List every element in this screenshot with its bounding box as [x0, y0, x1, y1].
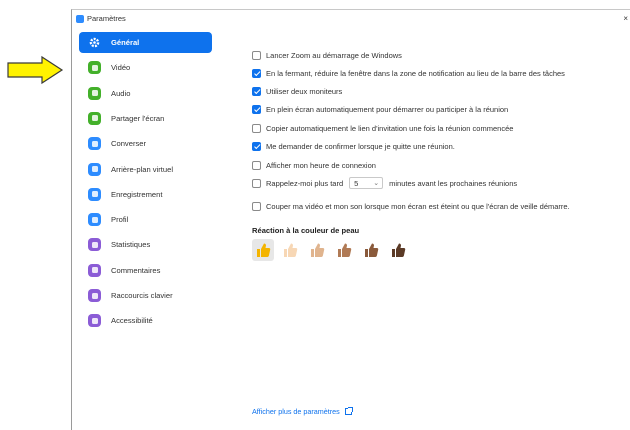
sidebar-item-0[interactable]: Général — [79, 32, 212, 53]
sidebar-item-label: Accessibilité — [111, 316, 153, 326]
window-title: Paramètres — [87, 14, 126, 23]
accessibility-icon — [88, 314, 101, 328]
reminder-minutes-value: 5 — [354, 178, 359, 188]
option-label: minutes avant les prochaines réunions — [389, 178, 518, 188]
option-checkbox[interactable] — [252, 68, 261, 78]
zoom-logo-icon — [76, 15, 84, 23]
option-row: Rappelez-moi plus tard 5 ⌄ minutes avant le… — [252, 176, 517, 190]
option-label: En la fermant, réduire la fenêtre dans l… — [266, 68, 565, 78]
skin-tone-thumbs-up-icon[interactable] — [360, 239, 382, 261]
option-checkbox[interactable] — [252, 50, 261, 60]
sidebar-item-6[interactable]: Enregistrement — [79, 184, 212, 205]
sidebar-item-5[interactable]: Arrière-plan virtuel — [79, 159, 212, 180]
sidebar-item-label: Vidéo — [111, 63, 131, 73]
sidebar-item-label: Converser — [111, 139, 147, 149]
option-checkbox[interactable] — [252, 178, 261, 188]
option-checkbox[interactable] — [252, 104, 261, 114]
keyboard-icon — [88, 289, 101, 302]
gear-icon — [88, 36, 101, 49]
chevron-down-icon: ⌄ — [373, 180, 380, 187]
option-label: Me demander de confirmer lorsque je quit… — [266, 141, 455, 151]
sidebar-item-label: Audio — [111, 88, 131, 98]
option-row: Afficher mon heure de connexion — [252, 158, 376, 172]
skin-tone-thumbs-up-icon[interactable] — [252, 239, 274, 261]
option-checkbox[interactable] — [252, 123, 261, 133]
pointer-arrow-icon — [7, 55, 64, 85]
option-row: Copier automatiquement le lien d'invitat… — [252, 121, 513, 135]
sidebar-item-11[interactable]: Accessibilité — [79, 310, 212, 331]
option-checkbox[interactable] — [252, 201, 261, 211]
sidebar-item-label: Commentaires — [111, 265, 161, 275]
sidebar-item-label: Arrière-plan virtuel — [111, 164, 174, 174]
sidebar-item-7[interactable]: Profil — [79, 209, 212, 230]
sidebar-item-label: Enregistrement — [111, 189, 163, 199]
skin-tone-title: Réaction à la couleur de peau — [252, 226, 360, 235]
option-row: Me demander de confirmer lorsque je quit… — [252, 139, 455, 153]
skin-tone-thumbs-up-icon[interactable] — [279, 239, 301, 261]
skin-tone-thumbs-up-icon[interactable] — [306, 239, 328, 261]
share-screen-icon — [88, 111, 101, 125]
option-row: Lancer Zoom au démarrage de Windows — [252, 48, 402, 62]
feedback-icon — [88, 263, 101, 277]
sidebar-item-2[interactable]: Audio — [79, 83, 212, 104]
option-row: Couper ma vidéo et mon son lorsque mon é… — [252, 199, 570, 213]
more-settings-link[interactable]: Afficher plus de paramètres — [252, 407, 353, 416]
sidebar-item-3[interactable]: Partager l'écran — [79, 108, 212, 129]
external-link-icon — [344, 407, 353, 415]
close-button[interactable]: × — [623, 10, 628, 28]
sidebar-item-10[interactable]: Raccourcis clavier — [79, 285, 212, 306]
sidebar-item-label: Statistiques — [111, 240, 151, 250]
option-label: En plein écran automatiquement pour déma… — [266, 104, 509, 114]
sidebar-item-9[interactable]: Commentaires — [79, 260, 212, 281]
title-bar: Paramètres × — [72, 10, 630, 28]
sidebar-item-label: Profil — [111, 215, 129, 225]
option-label: Couper ma vidéo et mon son lorsque mon é… — [266, 201, 570, 211]
option-row: Utiliser deux moniteurs — [252, 84, 342, 98]
option-label: Afficher mon heure de connexion — [266, 160, 376, 170]
more-settings-label: Afficher plus de paramètres — [252, 407, 340, 416]
option-label: Copier automatiquement le lien d'invitat… — [266, 123, 514, 133]
profile-icon — [88, 213, 101, 227]
skin-tone-thumbs-up-icon[interactable] — [333, 239, 355, 261]
skin-tone-selector — [252, 239, 414, 261]
chat-icon — [88, 137, 101, 151]
record-icon — [88, 187, 101, 201]
reminder-minutes-select[interactable]: 5 ⌄ — [349, 177, 384, 189]
option-label: Lancer Zoom au démarrage de Windows — [266, 50, 402, 60]
option-checkbox[interactable] — [252, 86, 261, 96]
option-label: Rappelez-moi plus tard — [266, 178, 344, 188]
sidebar-item-4[interactable]: Converser — [79, 133, 212, 154]
statistics-icon — [88, 238, 101, 252]
sidebar-item-1[interactable]: Vidéo — [79, 57, 212, 78]
sidebar-item-8[interactable]: Statistiques — [79, 234, 212, 255]
settings-window: Paramètres × Général Vidéo Audio Partager l… — [71, 9, 630, 430]
option-checkbox[interactable] — [252, 160, 261, 170]
video-camera-icon — [88, 61, 101, 75]
sidebar-item-label: Général — [111, 38, 140, 47]
sidebar-item-label: Partager l'écran — [111, 113, 165, 123]
sidebar-item-label: Raccourcis clavier — [111, 291, 173, 300]
option-label: Utiliser deux moniteurs — [266, 86, 343, 96]
option-row: En plein écran automatiquement pour déma… — [252, 102, 508, 116]
skin-tone-thumbs-up-icon[interactable] — [387, 239, 409, 261]
option-checkbox[interactable] — [252, 141, 261, 151]
person-background-icon — [88, 162, 101, 176]
headphones-icon — [88, 86, 101, 100]
option-row: En la fermant, réduire la fenêtre dans l… — [252, 66, 565, 80]
